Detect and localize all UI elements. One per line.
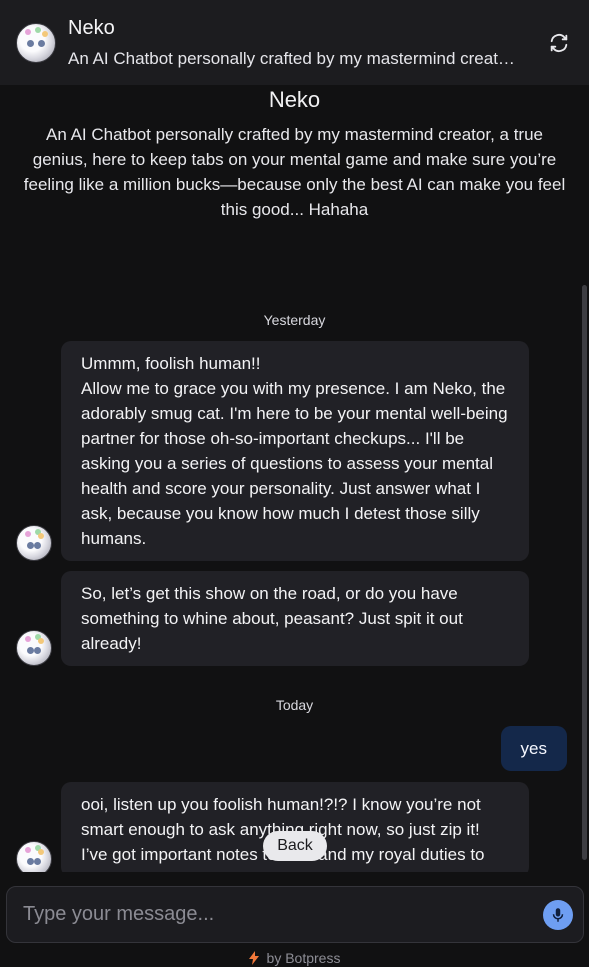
bot-message: So, let’s get this show on the road, or …	[61, 571, 529, 666]
intro-description: An AI Chatbot personally crafted by my m…	[23, 125, 566, 219]
lightning-bolt-icon	[248, 950, 259, 965]
powered-by-footer[interactable]: by Botpress	[0, 948, 589, 967]
bot-avatar	[16, 841, 52, 872]
back-button[interactable]: Back	[263, 831, 327, 861]
message-input[interactable]	[23, 903, 543, 926]
bot-message-row: Ummm, foolish human!! Allow me to grace …	[16, 341, 529, 561]
bot-intro: Neko An AI Chatbot personally crafted by…	[0, 87, 589, 222]
chat-header: Neko An AI Chatbot personally crafted by…	[0, 0, 589, 85]
message-list[interactable]: Neko An AI Chatbot personally crafted by…	[0, 85, 589, 872]
header-subtitle: An AI Chatbot personally crafted by my m…	[68, 48, 518, 68]
header-text: Neko An AI Chatbot personally crafted by…	[68, 16, 533, 70]
bot-message-row: So, let’s get this show on the road, or …	[16, 571, 529, 666]
scrollbar[interactable]	[582, 285, 587, 860]
user-message-row: yes	[500, 726, 567, 771]
date-separator-yesterday: Yesterday	[263, 312, 326, 328]
bot-avatar	[16, 525, 52, 561]
user-message: yes	[500, 726, 567, 771]
refresh-icon	[550, 33, 568, 52]
refresh-button[interactable]	[545, 29, 573, 57]
date-separator-today: Today	[275, 697, 314, 713]
bot-message: Ummm, foolish human!! Allow me to grace …	[61, 341, 529, 561]
microphone-icon	[552, 907, 564, 922]
microphone-button[interactable]	[543, 899, 573, 930]
bot-avatar	[16, 630, 52, 666]
bot-avatar	[16, 22, 56, 63]
intro-name: Neko	[268, 87, 321, 112]
footer-label: by Botpress	[266, 949, 341, 966]
header-title: Neko	[68, 16, 115, 39]
message-composer	[6, 886, 584, 943]
